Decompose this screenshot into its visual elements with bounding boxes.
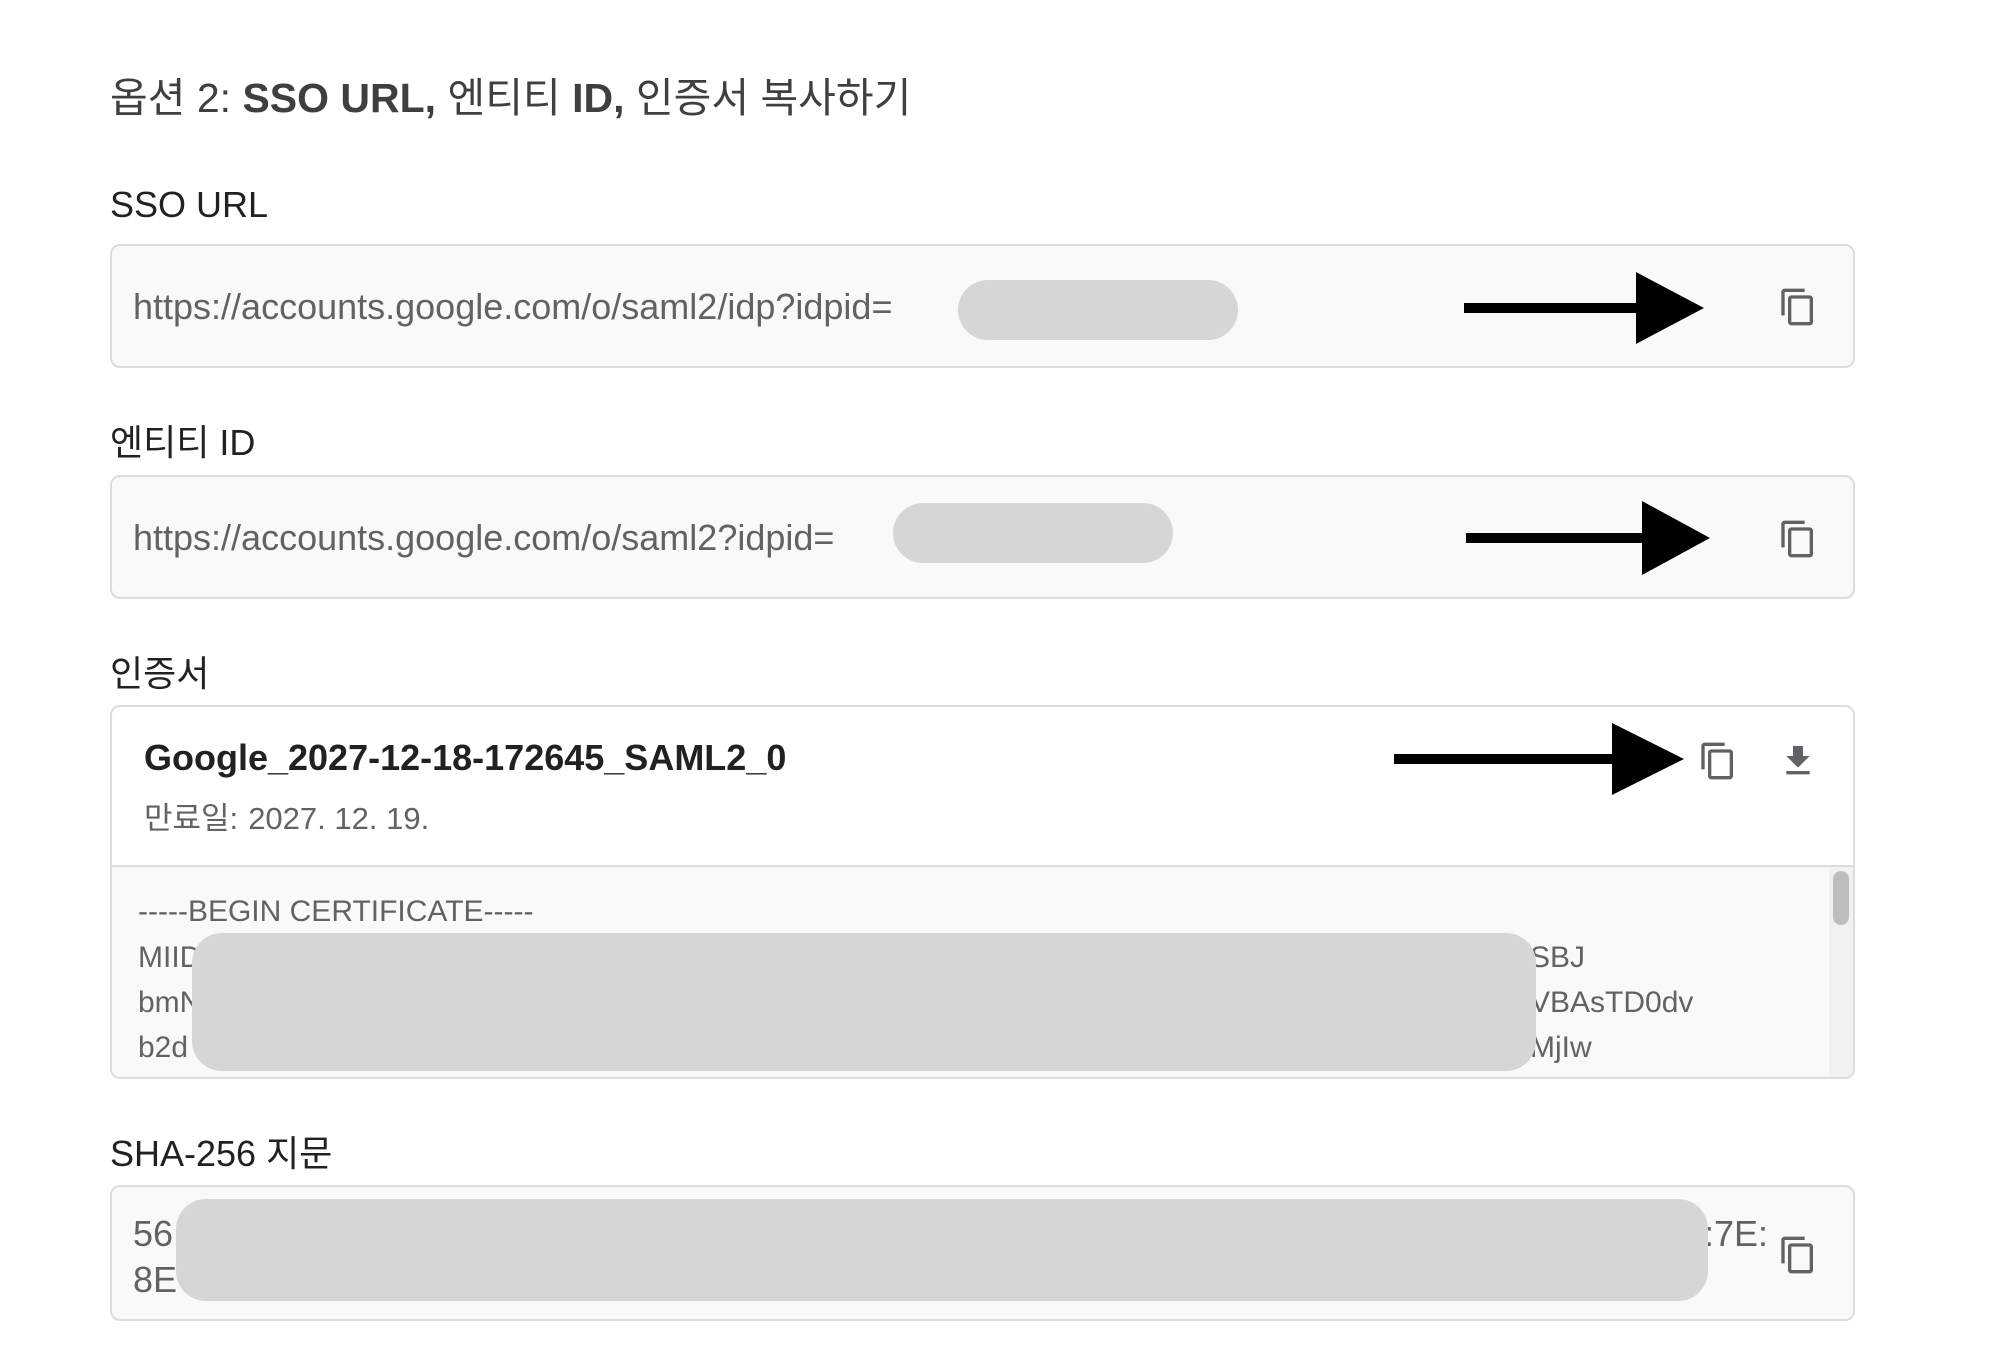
pem-line-3-start: b2d <box>138 1031 189 1064</box>
sso-url-redaction <box>958 280 1238 340</box>
entity-id-label: 엔티티 ID <box>110 422 256 463</box>
fingerprint-label: SHA-256 지문 <box>110 1133 333 1174</box>
pem-scroll-thumb[interactable] <box>1833 871 1849 925</box>
copy-icon <box>1781 1236 1813 1274</box>
fingerprint-line-1-start: 56 <box>133 1213 174 1254</box>
entity-id-field: https://accounts.google.com/o/saml2?idpi… <box>110 475 1855 599</box>
certificate-pem-area[interactable]: -----BEGIN CERTIFICATE----- MIID SBJ bmN… <box>112 865 1853 1077</box>
certificate-name: Google_2027-12-18-172645_SAML2_0 <box>144 737 787 778</box>
sso-url-value[interactable]: https://accounts.google.com/o/saml2/idp?… <box>133 286 892 328</box>
sso-url-copy-button[interactable] <box>1770 279 1826 335</box>
arrow-right-icon <box>1394 723 1684 795</box>
copy-icon <box>1701 742 1733 780</box>
heading-entity: 엔티티 <box>447 75 561 121</box>
certificate-download-button[interactable] <box>1770 733 1826 789</box>
arrow-right-icon <box>1466 501 1710 575</box>
pem-line-1-end: SBJ <box>1530 941 1586 974</box>
heading-sso: SSO URL, <box>242 75 437 121</box>
fingerprint-line-2-start: 8E <box>133 1259 178 1300</box>
copy-icon <box>1781 520 1813 558</box>
fingerprint-redaction <box>176 1199 1708 1301</box>
pem-line-3-end: MjIw <box>1530 1031 1592 1064</box>
sso-url-label: SSO URL <box>110 184 269 225</box>
download-icon <box>1786 746 1810 775</box>
entity-id-copy-button[interactable] <box>1770 511 1826 567</box>
heading-prefix: 옵션 2: <box>110 75 232 121</box>
fingerprint-copy-button[interactable] <box>1770 1227 1826 1283</box>
expiry-date: 2027. 12. 19. <box>248 801 430 836</box>
pem-scrollbar[interactable] <box>1829 867 1853 1077</box>
fingerprint-field: 56 :7E: 8E <box>110 1185 1855 1321</box>
entity-id-value[interactable]: https://accounts.google.com/o/saml2?idpi… <box>133 517 834 559</box>
section-heading: 옵션 2: SSO URL, 엔티티 ID, 인증서 복사하기 <box>110 64 911 124</box>
expiry-label: 만료일: <box>144 801 239 836</box>
arrow-right-icon <box>1464 272 1704 344</box>
copy-icon <box>1781 288 1813 326</box>
certificate-label: 인증서 <box>110 653 210 694</box>
sso-url-field: https://accounts.google.com/o/saml2/idp?… <box>110 244 1855 368</box>
pem-line-2-end: VBAsTD0dv <box>1530 986 1694 1019</box>
certificate-expiry: 만료일: 2027. 12. 19. <box>144 793 429 838</box>
heading-suffix: 인증서 복사하기 <box>635 75 912 121</box>
fingerprint-line-1-end: :7E: <box>1704 1213 1769 1254</box>
entity-id-redaction <box>893 503 1173 563</box>
certificate-copy-button[interactable] <box>1690 733 1746 789</box>
certificate-card: Google_2027-12-18-172645_SAML2_0 만료일: 202… <box>110 705 1855 1079</box>
pem-begin-line: -----BEGIN CERTIFICATE----- <box>138 895 534 928</box>
pem-redaction <box>192 933 1536 1071</box>
heading-id: ID, <box>572 75 625 121</box>
